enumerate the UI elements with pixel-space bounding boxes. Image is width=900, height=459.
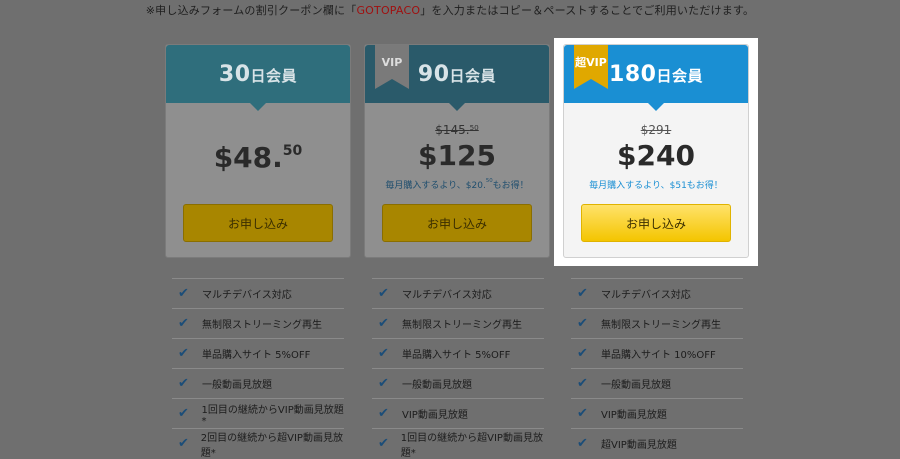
feature-list-180: ✔ マルチデバイス対応 ✔ 無制限ストリーミング再生 ✔ 単品購入サイト 10%OFF… (571, 278, 743, 458)
plan-price: $48.50 (213, 141, 303, 174)
original-price: $291 (640, 123, 672, 137)
feature-item: ✔ 2回目の継続から超VIP動画見放題* (172, 428, 344, 459)
notice-text-before: ※申し込みフォームの割引クーポン欄に「 (145, 4, 357, 17)
feature-item: ✔ 無制限ストリーミング再生 (172, 308, 344, 338)
apply-button[interactable]: お申し込み (183, 204, 333, 242)
plan-title: 180日会員 (609, 61, 703, 87)
feature-item: ✔ 一般動画見放題 (372, 368, 544, 398)
feature-item: ✔ マルチデバイス対応 (571, 278, 743, 308)
feature-item: ✔ マルチデバイス対応 (172, 278, 344, 308)
savings-note: 毎月購入するより、$20.50もお得！ (385, 178, 529, 191)
feature-item: ✔ 1回目の継続からVIP動画見放題* (172, 398, 344, 428)
coupon-notice: ※申し込みフォームの割引クーポン欄に「GOTOPACO」を入力またはコピー＆ペー… (0, 2, 900, 18)
apply-button[interactable]: お申し込み (382, 204, 532, 242)
coupon-code: GOTOPACO (356, 4, 421, 17)
feature-list-90: ✔ マルチデバイス対応 ✔ 無制限ストリーミング再生 ✔ 単品購入サイト 5%OFF … (372, 278, 544, 459)
feature-item: ✔ 一般動画見放題 (172, 368, 344, 398)
feature-item: ✔ 1回目の継続から超VIP動画見放題* (372, 428, 544, 459)
feature-list-30: ✔ マルチデバイス対応 ✔ 無制限ストリーミング再生 ✔ 単品購入サイト 5%OFF … (172, 278, 344, 459)
original-price: $145.50 (435, 123, 479, 137)
check-icon: ✔ (577, 316, 588, 331)
check-icon: ✔ (577, 406, 588, 421)
plan-title: 30日会員 (218, 61, 298, 87)
check-icon: ✔ (577, 286, 588, 301)
feature-item: ✔ マルチデバイス対応 (372, 278, 544, 308)
plan-price: $240 (617, 139, 695, 172)
plan-title: 90日会員 (417, 61, 497, 87)
check-icon: ✔ (378, 376, 389, 391)
plan-price: $125 (418, 139, 496, 172)
feature-item: ✔ VIP動画見放題 (571, 398, 743, 428)
feature-item: ✔ 単品購入サイト 10%OFF (571, 338, 743, 368)
plan-header: VIP 90日会員 (365, 45, 549, 111)
feature-item: ✔ 超VIP動画見放題 (571, 428, 743, 458)
vip-ribbon: VIP (375, 45, 409, 89)
feature-item: ✔ 単品購入サイト 5%OFF (172, 338, 344, 368)
feature-item: ✔ 無制限ストリーミング再生 (372, 308, 544, 338)
check-icon: ✔ (178, 436, 189, 451)
feature-item: ✔ 無制限ストリーミング再生 (571, 308, 743, 338)
super-vip-ribbon: 超VIP (574, 45, 608, 89)
check-icon: ✔ (178, 316, 189, 331)
check-icon: ✔ (178, 286, 189, 301)
check-icon: ✔ (577, 376, 588, 391)
plan-card-30: 30日会員 $48.50 お申し込み (165, 44, 351, 258)
plan-card-90: VIP 90日会員 $145.50 $125 毎月購入するより、$20.50もお… (364, 44, 550, 258)
check-icon: ✔ (378, 286, 389, 301)
check-icon: ✔ (178, 376, 189, 391)
feature-item: ✔ VIP動画見放題 (372, 398, 544, 428)
feature-item: ✔ 単品購入サイト 5%OFF (372, 338, 544, 368)
check-icon: ✔ (577, 436, 588, 451)
check-icon: ✔ (178, 346, 189, 361)
plan-header: 超VIP 180日会員 (564, 45, 748, 111)
check-icon: ✔ (577, 346, 588, 361)
apply-button[interactable]: お申し込み (581, 204, 731, 242)
check-icon: ✔ (378, 406, 389, 421)
check-icon: ✔ (178, 406, 189, 421)
plan-header: 30日会員 (166, 45, 350, 111)
feature-item: ✔ 一般動画見放題 (571, 368, 743, 398)
plan-card-180: 超VIP 180日会員 $291 $240 毎月購入するより、$51もお得！ お… (563, 44, 749, 258)
check-icon: ✔ (378, 346, 389, 361)
check-icon: ✔ (378, 316, 389, 331)
check-icon: ✔ (378, 436, 389, 451)
notice-text-after: 」を入力またはコピー＆ペーストすることでご利用いただけます。 (420, 4, 755, 17)
savings-note: 毎月購入するより、$51もお得！ (589, 181, 723, 191)
